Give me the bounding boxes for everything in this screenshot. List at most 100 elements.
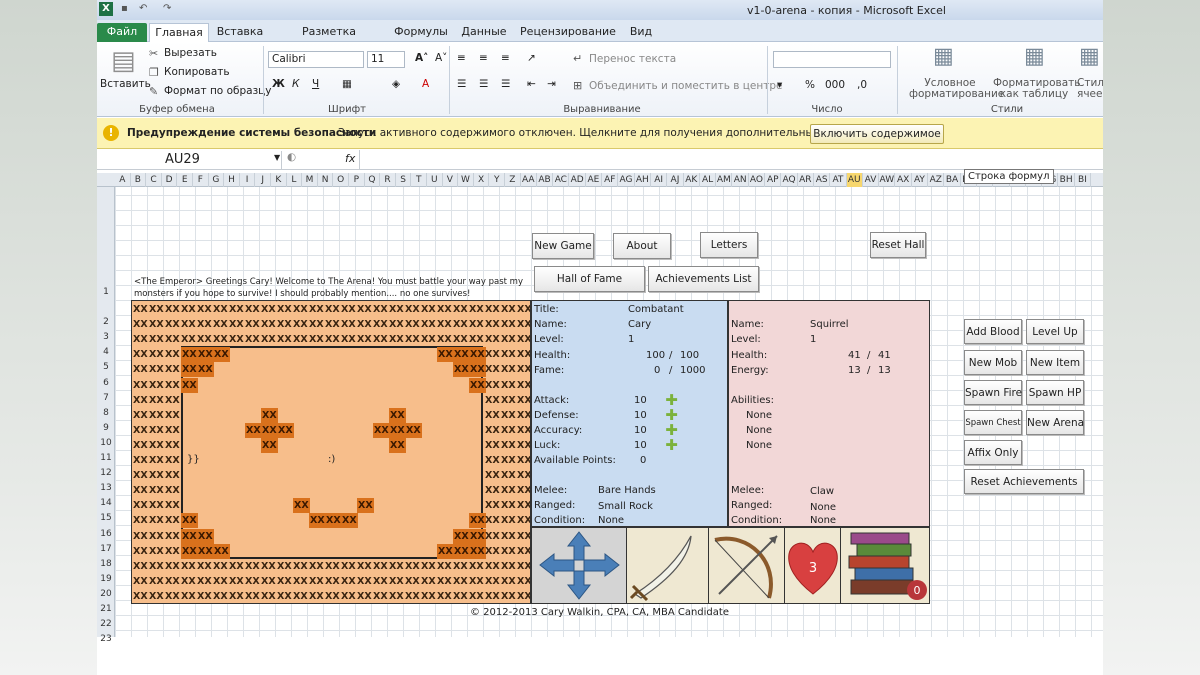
column-header-ao[interactable]: AO bbox=[749, 173, 766, 187]
underline-icon[interactable]: Ч bbox=[312, 78, 319, 90]
reset-hall-button[interactable]: Reset Hall bbox=[870, 232, 926, 258]
cut-button[interactable]: Вырезать bbox=[164, 47, 217, 59]
row-header-11[interactable]: 11 bbox=[97, 453, 115, 463]
add-blood-button[interactable]: Add Blood bbox=[964, 319, 1022, 344]
column-header-bh[interactable]: BH bbox=[1059, 173, 1075, 187]
column-header-aj[interactable]: AJ bbox=[667, 173, 684, 187]
borders-icon[interactable]: ▦ bbox=[342, 78, 352, 90]
bold-icon[interactable]: Ж bbox=[272, 78, 285, 90]
spawn-chest-button[interactable]: Spawn Chest bbox=[964, 410, 1022, 435]
bow-arrow-icon[interactable] bbox=[709, 528, 785, 603]
row-header-15[interactable]: 15 bbox=[97, 513, 115, 523]
undo-icon[interactable]: ↶ bbox=[139, 3, 147, 14]
column-header-az[interactable]: AZ bbox=[928, 173, 945, 187]
align-left-icon[interactable]: ☰ bbox=[457, 78, 466, 90]
column-header-o[interactable]: O bbox=[333, 173, 349, 187]
column-header-au[interactable]: AU bbox=[846, 173, 863, 187]
tab-view[interactable]: Вид bbox=[625, 23, 657, 42]
column-header-x[interactable]: X bbox=[474, 173, 490, 187]
new-item-button[interactable]: New Item bbox=[1026, 350, 1084, 375]
column-header-k[interactable]: K bbox=[271, 173, 287, 187]
level-up-button[interactable]: Level Up bbox=[1026, 319, 1084, 344]
wrap-text-button[interactable]: Перенос текста bbox=[589, 53, 676, 65]
row-header-16[interactable]: 16 bbox=[97, 529, 115, 539]
tab-formulas[interactable]: Формулы bbox=[390, 23, 452, 42]
tab-data[interactable]: Данные bbox=[459, 23, 509, 42]
row-header-23[interactable]: 23 bbox=[97, 634, 115, 644]
move-arrows-icon[interactable] bbox=[532, 528, 627, 603]
row-header-20[interactable]: 20 bbox=[97, 589, 115, 599]
merge-center-button[interactable]: Объединить и поместить в центре bbox=[589, 80, 782, 92]
tab-file[interactable]: Файл bbox=[97, 23, 147, 42]
row-header-4[interactable]: 4 bbox=[97, 347, 115, 357]
column-header-u[interactable]: U bbox=[427, 173, 443, 187]
paste-icon[interactable]: ▤ bbox=[111, 46, 136, 76]
name-box-dropdown-icon[interactable]: ▼ bbox=[274, 153, 280, 162]
formula-cancel-icon[interactable]: ◐ bbox=[287, 151, 296, 163]
column-header-i[interactable]: I bbox=[240, 173, 256, 187]
spawn-hp-button[interactable]: Spawn HP bbox=[1026, 380, 1084, 405]
align-middle-icon[interactable]: ≡ bbox=[479, 52, 488, 64]
tab-page-layout[interactable]: Разметка страницы bbox=[275, 23, 383, 56]
format-painter-button[interactable]: Формат по образцу bbox=[164, 85, 272, 97]
affix-only-button[interactable]: Affix Only bbox=[964, 440, 1022, 465]
align-right-icon[interactable]: ☰ bbox=[501, 78, 510, 90]
fx-icon[interactable]: fx bbox=[345, 152, 355, 165]
copy-button[interactable]: Копировать bbox=[164, 66, 230, 78]
column-header-ax[interactable]: AX bbox=[896, 173, 912, 187]
column-header-g[interactable]: G bbox=[209, 173, 225, 187]
column-header-h[interactable]: H bbox=[224, 173, 240, 187]
heart-icon[interactable]: 3 bbox=[785, 528, 841, 603]
column-header-l[interactable]: L bbox=[287, 173, 303, 187]
font-color-icon[interactable]: A bbox=[422, 78, 429, 90]
column-header-al[interactable]: AL bbox=[700, 173, 717, 187]
about-button[interactable]: About bbox=[613, 233, 671, 259]
spellbook-cell[interactable]: 0 bbox=[841, 528, 929, 603]
currency-icon[interactable]: ▾ bbox=[777, 79, 782, 91]
ranged-attack-cell[interactable] bbox=[709, 528, 785, 603]
redo-icon[interactable]: ↷ bbox=[163, 3, 171, 14]
melee-attack-cell[interactable] bbox=[627, 528, 709, 603]
thousands-icon[interactable]: 000 bbox=[825, 79, 845, 91]
column-header-ba[interactable]: BA bbox=[944, 173, 961, 187]
row-header-9[interactable]: 9 bbox=[97, 423, 115, 433]
column-header-ap[interactable]: AP bbox=[765, 173, 782, 187]
column-header-an[interactable]: AN bbox=[733, 173, 749, 187]
percent-icon[interactable]: % bbox=[805, 79, 815, 91]
row-header-17[interactable]: 17 bbox=[97, 544, 115, 554]
row-header-21[interactable]: 21 bbox=[97, 604, 115, 614]
new-game-button[interactable]: New Game bbox=[532, 233, 594, 259]
align-bottom-icon[interactable]: ≡ bbox=[501, 52, 510, 64]
column-header-z[interactable]: Z bbox=[505, 173, 521, 187]
enable-content-button[interactable]: Включить содержимое bbox=[810, 124, 944, 144]
column-header-q[interactable]: Q bbox=[365, 173, 381, 187]
row-header-14[interactable]: 14 bbox=[97, 498, 115, 508]
format-table-button[interactable]: Форматировать как таблицу bbox=[993, 78, 1080, 100]
reset-achievements-button[interactable]: Reset Achievements bbox=[964, 469, 1084, 494]
outdent-icon[interactable]: ⇥ bbox=[547, 78, 556, 90]
row-header-2[interactable]: 2 bbox=[97, 317, 115, 327]
column-header-ah[interactable]: AH bbox=[635, 173, 651, 187]
new-mob-button[interactable]: New Mob bbox=[964, 350, 1022, 375]
row-header-6[interactable]: 6 bbox=[97, 378, 115, 388]
column-header-ag[interactable]: AG bbox=[618, 173, 635, 187]
health-potion-cell[interactable]: 3 bbox=[785, 528, 841, 603]
column-header-at[interactable]: AT bbox=[830, 173, 847, 187]
spawn-fire-button[interactable]: Spawn Fire bbox=[964, 380, 1022, 405]
tab-insert[interactable]: Вставка bbox=[214, 23, 266, 42]
font-size-combo[interactable]: 11 bbox=[367, 51, 405, 68]
column-header-t[interactable]: T bbox=[411, 173, 427, 187]
formula-input[interactable] bbox=[359, 150, 1103, 169]
column-header-r[interactable]: R bbox=[380, 173, 396, 187]
column-header-bi[interactable]: BI bbox=[1075, 173, 1092, 187]
indent-icon[interactable]: ⇤ bbox=[527, 78, 536, 90]
row-header-1[interactable]: 1 bbox=[97, 287, 115, 297]
shrink-font-icon[interactable]: A˅ bbox=[435, 52, 447, 64]
move-arrows-cell[interactable] bbox=[532, 528, 627, 603]
fill-color-icon[interactable]: ◈ bbox=[392, 78, 400, 90]
books-icon[interactable]: 0 bbox=[841, 528, 929, 603]
column-header-ad[interactable]: AD bbox=[570, 173, 586, 187]
column-header-n[interactable]: N bbox=[318, 173, 334, 187]
new-arena-button[interactable]: New Arena bbox=[1026, 410, 1084, 435]
row-header-7[interactable]: 7 bbox=[97, 393, 115, 403]
